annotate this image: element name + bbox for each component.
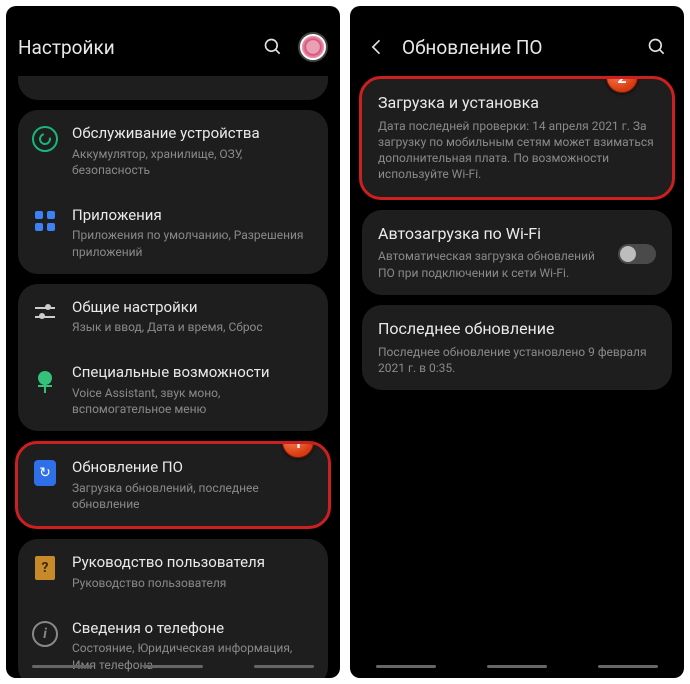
settings-header: Настройки <box>6 24 340 70</box>
status-bar <box>6 6 340 24</box>
nav-bar <box>6 658 340 674</box>
nav-recent[interactable] <box>376 665 436 668</box>
item-title: Сведения о телефоне <box>72 619 314 639</box>
settings-item-user-guide[interactable]: ? Руководство пользователя Руководство п… <box>18 539 328 605</box>
status-bar <box>350 6 684 24</box>
settings-item-apps[interactable]: Приложения Приложения по умолчанию, Разр… <box>18 192 328 274</box>
search-icon <box>647 37 667 57</box>
device-apps-group: Обслуживание устройства Аккумулятор, хра… <box>18 110 328 274</box>
update-header: Обновление ПО <box>350 24 684 70</box>
item-title: Приложения <box>72 206 314 226</box>
auto-download-wifi[interactable]: Автозагрузка по Wi-Fi Автоматическая заг… <box>362 210 672 295</box>
item-title: Специальные возможности <box>72 363 314 383</box>
item-subtitle: Автоматическая загрузка обновлений ПО пр… <box>378 248 608 280</box>
item-subtitle: Приложения по умолчанию, Разрешения прил… <box>72 227 314 259</box>
accessibility-icon <box>38 371 52 385</box>
page-title: Настройки <box>18 36 248 59</box>
item-subtitle: Voice Assistant, звук моно, вспомогатель… <box>72 385 314 417</box>
item-title: Общие настройки <box>72 298 314 318</box>
profile-avatar[interactable] <box>298 32 328 62</box>
settings-item-accessibility[interactable]: Специальные возможности Voice Assistant,… <box>18 349 328 431</box>
partial-card-top <box>18 76 328 100</box>
nav-back[interactable] <box>598 665 658 668</box>
settings-item-device-care[interactable]: Обслуживание устройства Аккумулятор, хра… <box>18 110 328 192</box>
item-title: Последнее обновление <box>378 319 656 340</box>
auto-download-toggle[interactable] <box>618 244 656 264</box>
settings-item-general[interactable]: Общие настройки Язык и ввод, Дата и врем… <box>18 284 328 350</box>
apps-icon <box>35 211 55 231</box>
software-update-group-highlighted: 1 ↻ Обновление ПО Загрузка обновлений, п… <box>15 441 331 529</box>
search-button[interactable] <box>258 32 288 62</box>
item-subtitle: Язык и ввод, Дата и время, Сброс <box>72 319 314 335</box>
chevron-left-icon <box>367 37 387 57</box>
nav-bar <box>350 658 684 674</box>
nav-home[interactable] <box>143 665 203 668</box>
settings-screen: Настройки Обслуживание устройства Аккуму… <box>6 6 340 678</box>
search-icon <box>263 37 283 57</box>
guide-icon: ? <box>35 556 55 580</box>
software-update-screen: Обновление ПО 2 Загрузка и установка Дат… <box>350 6 684 678</box>
device-care-icon <box>32 126 58 152</box>
general-access-group: Общие настройки Язык и ввод, Дата и врем… <box>18 284 328 432</box>
last-update[interactable]: Последнее обновление Последнее обновлени… <box>362 305 672 390</box>
download-and-install[interactable]: Загрузка и установка Дата последней пров… <box>362 79 672 197</box>
item-title: Загрузка и установка <box>378 93 656 114</box>
download-install-highlighted: 2 Загрузка и установка Дата последней пр… <box>359 76 675 200</box>
item-subtitle: Загрузка обновлений, последнее обновлени… <box>72 480 314 512</box>
settings-item-software-update[interactable]: ↻ Обновление ПО Загрузка обновлений, пос… <box>18 444 328 526</box>
item-title: Обслуживание устройства <box>72 124 314 144</box>
page-title: Обновление ПО <box>402 36 632 59</box>
item-title: Руководство пользователя <box>72 553 314 573</box>
item-title: Автозагрузка по Wi-Fi <box>378 224 608 245</box>
item-subtitle: Последнее обновление установлено 9 февра… <box>378 344 656 376</box>
search-button[interactable] <box>642 32 672 62</box>
nav-back[interactable] <box>254 665 314 668</box>
auto-download-card: Автозагрузка по Wi-Fi Автоматическая заг… <box>362 210 672 295</box>
sliders-icon <box>35 304 55 322</box>
nav-home[interactable] <box>487 665 547 668</box>
item-subtitle: Аккумулятор, хранилище, ОЗУ, безопасност… <box>72 146 314 178</box>
info-icon: i <box>32 621 58 647</box>
back-button[interactable] <box>362 32 392 62</box>
item-subtitle: Руководство пользователя <box>72 575 314 591</box>
last-update-card: Последнее обновление Последнее обновлени… <box>362 305 672 390</box>
item-subtitle: Дата последней проверки: 14 апреля 2021 … <box>378 118 656 183</box>
nav-recent[interactable] <box>32 665 92 668</box>
update-icon: ↻ <box>34 460 56 486</box>
item-title: Обновление ПО <box>72 458 314 478</box>
